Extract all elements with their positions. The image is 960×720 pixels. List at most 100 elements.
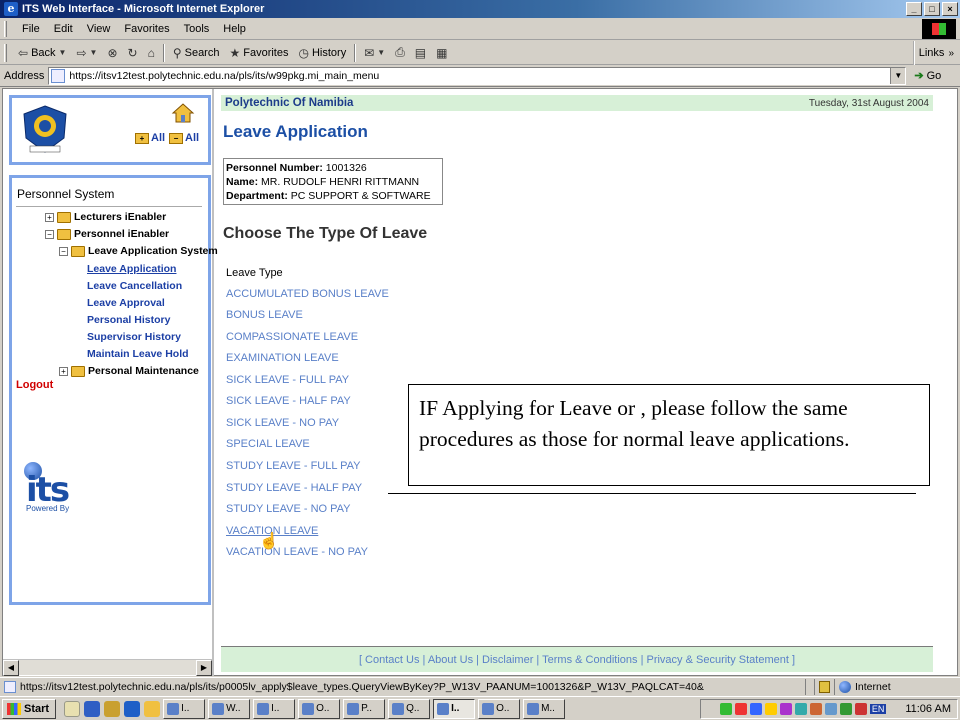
mail-icon[interactable] <box>64 700 81 717</box>
discuss-icon: ▦ <box>436 45 448 60</box>
menu-favorites[interactable]: Favorites <box>117 23 176 35</box>
link-personal-history[interactable]: Personal History <box>87 314 170 326</box>
quick-launch <box>64 700 161 717</box>
leave-type-link[interactable]: ACCUMULATED BONUS LEAVE <box>226 288 389 300</box>
taskbar-item[interactable]: O.. <box>478 698 521 719</box>
window-title: ITS Web Interface - Microsoft Internet E… <box>22 3 265 15</box>
language-indicator[interactable]: EN <box>869 704 887 714</box>
tray-icon[interactable] <box>824 703 837 715</box>
tools-icon[interactable] <box>104 700 121 717</box>
leave-type-link[interactable]: VACATION LEAVE - NO PAY <box>226 546 368 558</box>
leave-type-link[interactable]: SICK LEAVE - NO PAY <box>226 417 339 429</box>
toolbar-grip[interactable] <box>4 43 7 62</box>
taskbar-item[interactable]: I.. <box>253 698 296 719</box>
back-button[interactable]: ⇦ Back ▼ <box>13 46 71 60</box>
leave-type-link[interactable]: SICK LEAVE - FULL PAY <box>226 374 349 386</box>
menu-view[interactable]: View <box>80 23 118 35</box>
leave-type-link[interactable]: STUDY LEAVE - HALF PAY <box>226 482 362 494</box>
taskbar-item[interactable]: Q.. <box>388 698 431 719</box>
close-button[interactable]: × <box>942 2 958 16</box>
mail-button[interactable]: ✉ ▼ <box>359 46 390 60</box>
logout-link[interactable]: Logout <box>16 379 53 391</box>
logo-panel: + All − All <box>9 95 211 165</box>
menu-file[interactable]: File <box>15 23 47 35</box>
print-button[interactable]: ⎙ <box>390 45 410 60</box>
personnel-info-box: Personnel Number: 1001326 Name: MR. RUDO… <box>223 158 443 205</box>
stop-button[interactable]: ⊗ <box>102 46 122 60</box>
tray-icon[interactable] <box>764 703 777 715</box>
minimize-button[interactable]: _ <box>906 2 922 16</box>
leave-type-link[interactable]: EXAMINATION LEAVE <box>226 352 339 364</box>
link-leave-application[interactable]: Leave Application <box>87 263 176 275</box>
navigation-frame: + All − All Personnel System + Lecturers i… <box>3 89 218 676</box>
link-supervisor-history[interactable]: Supervisor History <box>87 331 181 343</box>
tree-item-personal-maintenance[interactable]: + Personal Maintenance <box>59 365 199 377</box>
edit-page-icon: ▤ <box>414 45 427 60</box>
leave-type-link[interactable]: SPECIAL LEAVE <box>226 438 310 450</box>
tray-icon[interactable] <box>779 703 792 715</box>
link-leave-cancellation[interactable]: Leave Cancellation <box>87 280 182 292</box>
link-maintain-leave-hold[interactable]: Maintain Leave Hold <box>87 348 189 360</box>
menu-edit[interactable]: Edit <box>47 23 80 35</box>
tray-icon[interactable] <box>854 703 867 715</box>
scroll-left-icon[interactable]: ◀ <box>3 660 19 676</box>
start-button[interactable]: Start <box>2 698 57 719</box>
tray-icon[interactable] <box>719 703 732 715</box>
search-button[interactable]: ⚲ Search <box>168 46 225 60</box>
taskbar-item[interactable]: W.. <box>208 698 251 719</box>
outlook-icon[interactable] <box>84 700 101 717</box>
tree-item-label: Personal Maintenance <box>88 365 199 377</box>
home-icon: ⌂ <box>147 45 155 60</box>
scroll-right-icon[interactable]: ▶ <box>196 660 212 676</box>
maximize-button[interactable]: □ <box>924 2 940 16</box>
menubar-grip[interactable] <box>4 20 7 37</box>
menu-help[interactable]: Help <box>216 23 253 35</box>
tray-icon[interactable] <box>794 703 807 715</box>
chevron-down-icon[interactable]: ▼ <box>890 67 906 84</box>
tree-item-personnel-ienabler[interactable]: − Personnel iEnabler <box>45 228 169 240</box>
leave-type-link[interactable]: STUDY LEAVE - FULL PAY <box>226 460 361 472</box>
home-icon[interactable] <box>171 102 195 124</box>
search-icon: ⚲ <box>172 45 182 60</box>
leave-type-link[interactable]: BONUS LEAVE <box>226 309 303 321</box>
address-input[interactable]: https://itsv12test.polytechnic.edu.na/pl… <box>48 66 907 85</box>
ie-icon[interactable] <box>124 700 141 717</box>
expand-all-button[interactable]: + All <box>135 132 165 144</box>
footer-links[interactable]: [ Contact Us | About Us | Disclaimer | T… <box>221 646 933 672</box>
taskbar-item-active[interactable]: I.. <box>433 698 476 719</box>
tray-icon[interactable] <box>839 703 852 715</box>
tray-icon[interactable] <box>809 703 822 715</box>
title-bar[interactable]: e ITS Web Interface - Microsoft Internet… <box>0 0 960 18</box>
tree-item-leave-application-system[interactable]: − Leave Application System <box>59 245 218 257</box>
refresh-button[interactable]: ↻ <box>123 46 143 60</box>
leave-type-link[interactable]: COMPASSIONATE LEAVE <box>226 331 358 343</box>
taskbar-item[interactable]: M.. <box>523 698 566 719</box>
horizontal-scrollbar[interactable]: ◀ ▶ <box>3 659 212 676</box>
system-clock[interactable]: 11:06 AM <box>905 703 951 715</box>
history-button[interactable]: ◷ History <box>293 46 351 60</box>
tray-icon[interactable] <box>749 703 762 715</box>
leave-type-link[interactable]: SICK LEAVE - HALF PAY <box>226 395 351 407</box>
discuss-button[interactable]: ▦ <box>431 46 452 60</box>
leave-type-link[interactable]: STUDY LEAVE - NO PAY <box>226 503 351 515</box>
tray-icon[interactable] <box>734 703 747 715</box>
home-button[interactable]: ⌂ <box>143 46 160 60</box>
personnel-department-row: Department: PC SUPPORT & SOFTWARE <box>226 189 440 203</box>
edit-button[interactable]: ▤ <box>410 46 431 60</box>
tree-item-lecturers-ienabler[interactable]: + Lecturers iEnabler <box>45 211 166 223</box>
links-bar[interactable]: Links » <box>912 41 960 65</box>
folder-icon <box>57 228 71 240</box>
taskbar-item[interactable]: I.. <box>163 698 206 719</box>
forward-button[interactable]: ⇨ ▼ <box>71 46 102 60</box>
explorer-icon[interactable] <box>144 700 161 717</box>
menu-tools[interactable]: Tools <box>177 23 217 35</box>
taskbar-item[interactable]: P.. <box>343 698 386 719</box>
collapse-all-label: All <box>185 132 200 144</box>
collapse-all-button[interactable]: − All <box>169 132 199 144</box>
taskbar-item[interactable]: O.. <box>298 698 341 719</box>
favorites-button[interactable]: ★ Favorites <box>224 46 293 60</box>
link-leave-approval[interactable]: Leave Approval <box>87 297 165 309</box>
go-button[interactable]: ➔ Go <box>914 69 941 83</box>
toolbar-separator <box>162 43 165 62</box>
refresh-icon: ↻ <box>127 45 138 60</box>
